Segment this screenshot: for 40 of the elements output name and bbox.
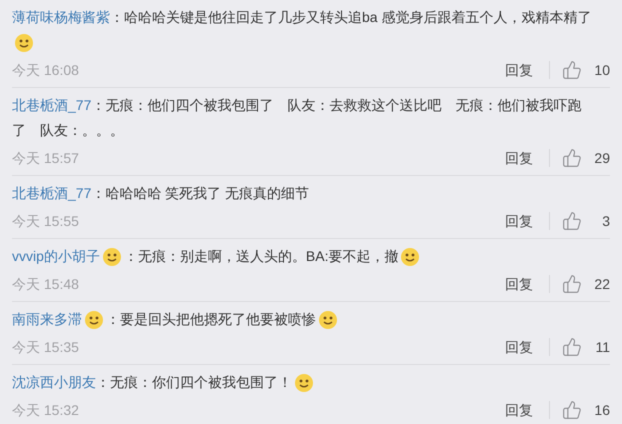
emoji-icon xyxy=(400,247,420,268)
like-icon[interactable] xyxy=(562,211,582,231)
like-count: 10 xyxy=(593,60,610,80)
username-link[interactable]: 北巷栀酒_77 xyxy=(12,185,92,201)
username-link[interactable]: vvvip的小胡子 xyxy=(12,248,100,264)
username-link[interactable]: 薄荷味杨梅酱紫 xyxy=(12,9,110,25)
like-count: 29 xyxy=(593,148,610,168)
like-count: 16 xyxy=(593,400,610,420)
comment-time: 今天 15:35 xyxy=(12,338,79,356)
like-icon[interactable] xyxy=(562,148,582,168)
comment-time: 今天 15:57 xyxy=(12,148,79,168)
comment-text: 沈凉西小朋友：无痕：你们四个被我包围了！ xyxy=(12,370,594,395)
comment-time: 今天 15:55 xyxy=(12,212,79,230)
emoji-icon xyxy=(14,33,34,54)
username-link[interactable]: 南雨来多滞 xyxy=(12,311,82,327)
comment-text: vvvip的小胡子 ：无痕：别走啊，送人头的。BA:要不起，撤 xyxy=(12,244,594,269)
reply-button[interactable]: 回复 xyxy=(497,336,541,358)
reply-button[interactable]: 回复 xyxy=(497,210,541,232)
comment-text: 南雨来多滞 ：要是回头把他摁死了他要被喷惨 xyxy=(12,307,594,332)
comment-text: 薄荷味杨梅酱紫：哈哈哈关键是他往回走了几步又转头追ba 感觉身后跟着五个人，戏精本精了 xyxy=(12,5,594,55)
reply-button[interactable]: 回复 xyxy=(497,148,541,168)
like-icon[interactable] xyxy=(562,60,582,80)
comment-time: 今天 15:32 xyxy=(12,400,79,420)
like-icon[interactable] xyxy=(562,274,582,294)
comment-time: 今天 15:48 xyxy=(12,274,79,294)
reply-button[interactable]: 回复 xyxy=(497,274,541,294)
username-link[interactable]: 北巷栀酒_77 xyxy=(12,97,92,113)
like-icon[interactable] xyxy=(562,337,582,357)
comment-text: 北巷栀酒_77：哈哈哈哈 笑死我了 无痕真的细节 xyxy=(12,184,310,203)
comment-time: 今天 16:08 xyxy=(12,60,79,80)
like-count: 22 xyxy=(593,274,610,294)
like-count: 11 xyxy=(594,338,610,356)
like-icon[interactable] xyxy=(562,400,582,420)
like-count: 3 xyxy=(601,212,610,230)
reply-button[interactable]: 回复 xyxy=(497,400,541,420)
username-link[interactable]: 沈凉西小朋友 xyxy=(12,374,96,390)
reply-button[interactable]: 回复 xyxy=(497,60,541,80)
emoji-icon xyxy=(318,310,338,330)
emoji-icon xyxy=(294,373,314,394)
comment-text: 北巷栀酒_77：无痕：他们四个被我包围了 队友：去救救这个送比吧 无痕：他们被我吓跑了 队友：。。。 xyxy=(12,96,582,140)
